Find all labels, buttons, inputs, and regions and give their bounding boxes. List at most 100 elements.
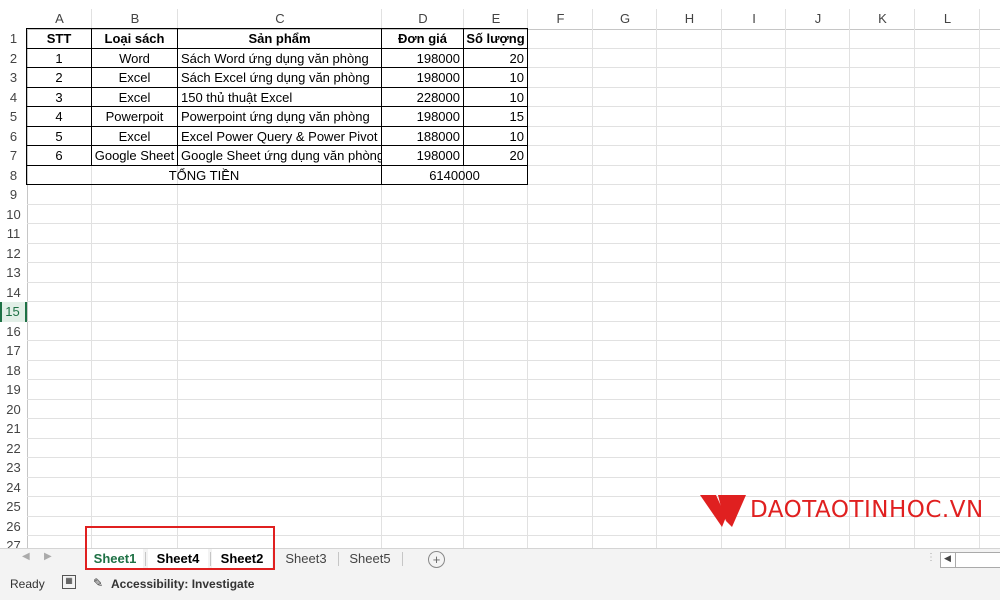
row-header-25[interactable]: 25 [0,497,27,517]
table-cell[interactable]: 10 [463,67,528,88]
gridline-h [27,457,1000,458]
table-cell[interactable]: 10 [463,125,528,146]
table-cell[interactable]: 10 [463,86,528,107]
row-header-15[interactable]: 15 [0,302,27,322]
column-header-f[interactable]: F [528,9,593,29]
nav-right-icon[interactable]: ▶ [44,551,52,562]
table-cell[interactable]: Excel [91,125,178,146]
row-header-19[interactable]: 19 [0,380,27,400]
row-header-1[interactable]: 1 [0,29,27,49]
table-cell[interactable]: 1 [26,47,92,68]
nav-left-icon[interactable]: ◀ [22,551,30,562]
column-header-e[interactable]: E [464,9,528,29]
table-cell[interactable]: 2 [26,67,92,88]
total-label-cell[interactable]: TỔNG TIỀN [26,164,382,185]
table-cell[interactable]: 20 [463,145,528,166]
row-header-20[interactable]: 20 [0,400,27,420]
row-header-2[interactable]: 2 [0,49,27,69]
tab-sheet3[interactable]: Sheet3 [276,549,336,568]
column-header-i[interactable]: I [722,9,786,29]
column-header-g[interactable]: G [593,9,657,29]
table-cell[interactable]: 198000 [381,145,464,166]
scroll-left-icon[interactable]: ◀ [944,553,951,564]
row-header-7[interactable]: 7 [0,146,27,166]
table-cell[interactable]: Google Sheet [91,145,178,166]
row-header-26[interactable]: 26 [0,517,27,537]
table-header-cell[interactable]: STT [26,28,92,49]
table-cell[interactable]: Sách Excel ứng dụng văn phòng [177,67,382,88]
table-header-cell[interactable]: Đơn giá [381,28,464,49]
accessibility-icon[interactable]: ✎ [93,576,103,590]
column-header-k[interactable]: K [850,9,915,29]
column-header-l[interactable]: L [915,9,980,29]
tab-sheet5[interactable]: Sheet5 [340,549,400,568]
column-header-c[interactable]: C [178,9,382,29]
status-bar: Ready ▦ ✎ Accessibility: Investigate [0,571,1000,600]
table-cell[interactable]: 5 [26,125,92,146]
row-header-27[interactable]: 27 [0,536,27,548]
row-header-23[interactable]: 23 [0,458,27,478]
table-header-cell[interactable]: Loại sách [91,28,178,49]
gridline-h [27,379,1000,380]
accessibility-status[interactable]: Accessibility: Investigate [111,577,254,591]
total-value-cell[interactable]: 6140000 [381,164,528,185]
table-header-cell[interactable]: Sản phẩm [177,28,382,49]
row-header-14[interactable]: 14 [0,283,27,303]
column-header-j[interactable]: J [786,9,850,29]
row-header-13[interactable]: 13 [0,263,27,283]
gridline-v [592,9,593,548]
status-ready: Ready [10,577,45,591]
row-header-4[interactable]: 4 [0,88,27,108]
row-header-3[interactable]: 3 [0,68,27,88]
table-cell[interactable]: 188000 [381,125,464,146]
row-header-10[interactable]: 10 [0,205,27,225]
table-cell[interactable]: Excel Power Query & Power Pivot [177,125,382,146]
table-cell[interactable]: 20 [463,47,528,68]
column-header-h[interactable]: H [657,9,722,29]
row-header-18[interactable]: 18 [0,361,27,381]
row-header-12[interactable]: 12 [0,244,27,264]
selected-row-indicator [0,302,2,322]
column-header-b[interactable]: B [92,9,178,29]
table-cell[interactable]: Excel [91,67,178,88]
horizontal-scrollbar[interactable]: ◀ [940,552,1000,568]
table-cell[interactable]: 6 [26,145,92,166]
gridline-h [27,281,1000,283]
gridline-v [785,9,786,548]
table-cell[interactable]: 228000 [381,86,464,107]
row-header-24[interactable]: 24 [0,478,27,498]
row-header-22[interactable]: 22 [0,439,27,459]
table-cell[interactable]: 198000 [381,106,464,127]
daotaotinhoc-logo: DAOTAOTINHOC.VN [696,487,1000,535]
add-sheet-icon[interactable]: + [428,551,445,568]
table-header-cell[interactable]: Số lượng [463,28,528,49]
table-cell[interactable]: 198000 [381,67,464,88]
table-cell[interactable]: 3 [26,86,92,107]
gridline-h [27,320,1000,322]
row-header-11[interactable]: 11 [0,224,27,244]
table-cell[interactable]: Powerpoit [91,106,178,127]
row-header-17[interactable]: 17 [0,341,27,361]
gridline-h [27,418,1000,419]
row-header-6[interactable]: 6 [0,127,27,147]
row-header-21[interactable]: 21 [0,419,27,439]
table-cell[interactable]: Excel [91,86,178,107]
gridline-h [27,398,1000,400]
row-header-5[interactable]: 5 [0,107,27,127]
table-cell[interactable]: Sách Word ứng dụng văn phòng [177,47,382,68]
table-cell[interactable]: Word [91,47,178,68]
row-header-9[interactable]: 9 [0,185,27,205]
table-cell[interactable]: Google Sheet ứng dụng văn phòng [177,145,382,166]
table-cell[interactable]: 15 [463,106,528,127]
column-header-d[interactable]: D [382,9,464,29]
table-cell[interactable]: 198000 [381,47,464,68]
column-header-a[interactable]: A [27,9,92,29]
table-cell[interactable]: Powerpoint ứng dụng văn phòng [177,106,382,127]
row-header-16[interactable]: 16 [0,322,27,342]
gridline-h [27,301,1000,302]
table-cell[interactable]: 4 [26,106,92,127]
macro-record-icon[interactable]: ▦ [62,575,76,589]
row-header-8[interactable]: 8 [0,166,27,186]
table-cell[interactable]: 150 thủ thuật Excel [177,86,382,107]
spreadsheet-grid[interactable]: ABCDEFGHIJKL 1 2 3 4 5 6 7 8 9 10 11 12 13 14 15 16 17 18… [0,0,1000,548]
